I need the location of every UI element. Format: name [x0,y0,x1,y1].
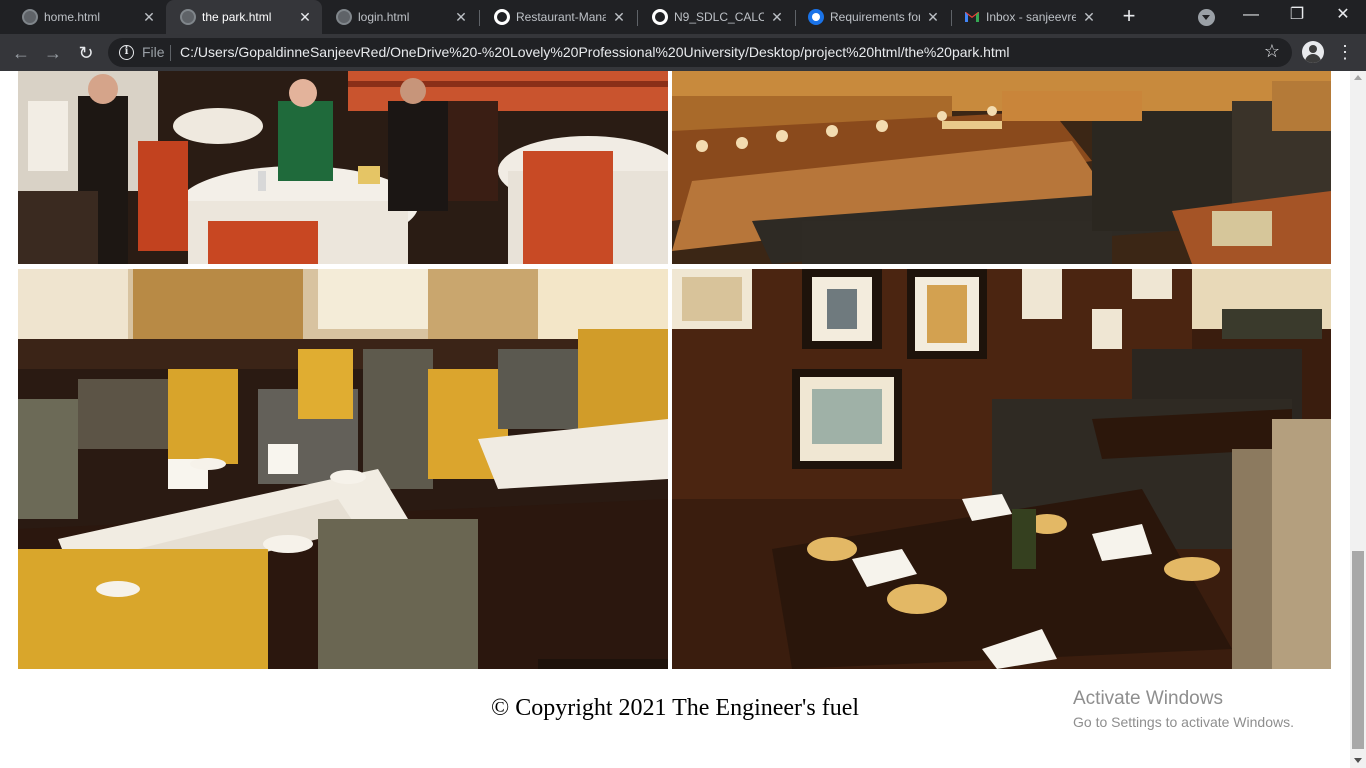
tab-login[interactable]: login.html ✕ [322,0,478,34]
tab-title: Requirements for [830,10,920,24]
forward-arrow-icon[interactable]: → [40,40,66,66]
tab-home[interactable]: home.html ✕ [8,0,166,34]
tab-title: N9_SDLC_CALCUL [674,10,764,24]
close-window-button[interactable]: ✕ [1320,0,1366,30]
back-arrow-icon[interactable]: ← [8,40,34,66]
close-icon[interactable]: ✕ [924,8,942,26]
tab-search-icon[interactable] [1198,9,1215,26]
tab-strip: home.html ✕ the park.html ✕ login.html ✕… [0,0,1366,34]
profile-avatar[interactable] [1302,41,1324,63]
tab-title: home.html [44,10,101,24]
requirements-icon [808,9,824,25]
tab-title: Restaurant-Mana [516,10,606,24]
scrollbar-thumb[interactable] [1352,551,1364,749]
close-icon[interactable]: ✕ [1080,8,1098,26]
close-icon[interactable]: ✕ [768,8,786,26]
tab-title: login.html [358,10,410,24]
github-icon [652,9,668,25]
globe-icon [22,9,38,25]
page-viewport: © Copyright 2021 The Engineer's fuel Act… [0,71,1350,768]
close-icon[interactable]: ✕ [452,8,470,26]
bookmark-star-icon[interactable]: ☆ [1264,41,1280,62]
activate-windows-subtitle: Go to Settings to activate Windows. [1073,714,1294,730]
gmail-icon [964,9,980,25]
tab-title: Inbox - sanjeevre [986,10,1076,24]
activate-windows-title: Activate Windows [1073,688,1223,709]
new-tab-button[interactable]: + [1118,5,1140,28]
tab-sdlc-calculator[interactable]: N9_SDLC_CALCUL ✕ [638,0,794,34]
yellow-chairs-dining-photo [18,269,668,669]
minimize-button[interactable]: — [1228,0,1274,30]
tab-inbox[interactable]: Inbox - sanjeevre ✕ [950,0,1106,34]
red-chair-dining-room-photo [18,71,668,264]
wood-panel-booth-photo [672,269,1331,669]
globe-icon [180,9,196,25]
tab-title: the park.html [202,10,272,24]
wine-glasses-booth-photo [672,71,1331,264]
reload-icon[interactable]: ↻ [73,40,99,66]
browser-toolbar: ← → ↻ i File C:/Users/GopaldinneSanjeevR… [0,34,1366,71]
restore-button[interactable]: ❐ [1274,0,1320,30]
github-icon [494,9,510,25]
address-bar[interactable]: i File C:/Users/GopaldinneSanjeevRed/One… [108,38,1292,67]
url-text[interactable]: C:/Users/GopaldinneSanjeevRed/OneDrive%2… [180,44,1010,60]
scroll-up-arrow-icon[interactable] [1354,75,1362,80]
scheme-label: File [142,44,165,60]
more-menu-icon[interactable]: ⋮ [1336,42,1354,62]
close-icon[interactable]: ✕ [610,8,628,26]
vertical-scrollbar[interactable] [1350,71,1366,768]
globe-icon [336,9,352,25]
close-icon[interactable]: ✕ [140,8,158,26]
tab-restaurant-management[interactable]: Restaurant-Mana ✕ [480,0,636,34]
address-divider [170,45,171,61]
info-icon[interactable]: i [119,45,134,60]
activate-windows-watermark: Activate Windows Go to Settings to activ… [1073,688,1294,730]
close-icon[interactable]: ✕ [296,8,314,26]
scroll-down-arrow-icon[interactable] [1354,758,1362,763]
tab-the-park[interactable]: the park.html ✕ [166,0,322,34]
tab-requirements[interactable]: Requirements for ✕ [794,0,950,34]
